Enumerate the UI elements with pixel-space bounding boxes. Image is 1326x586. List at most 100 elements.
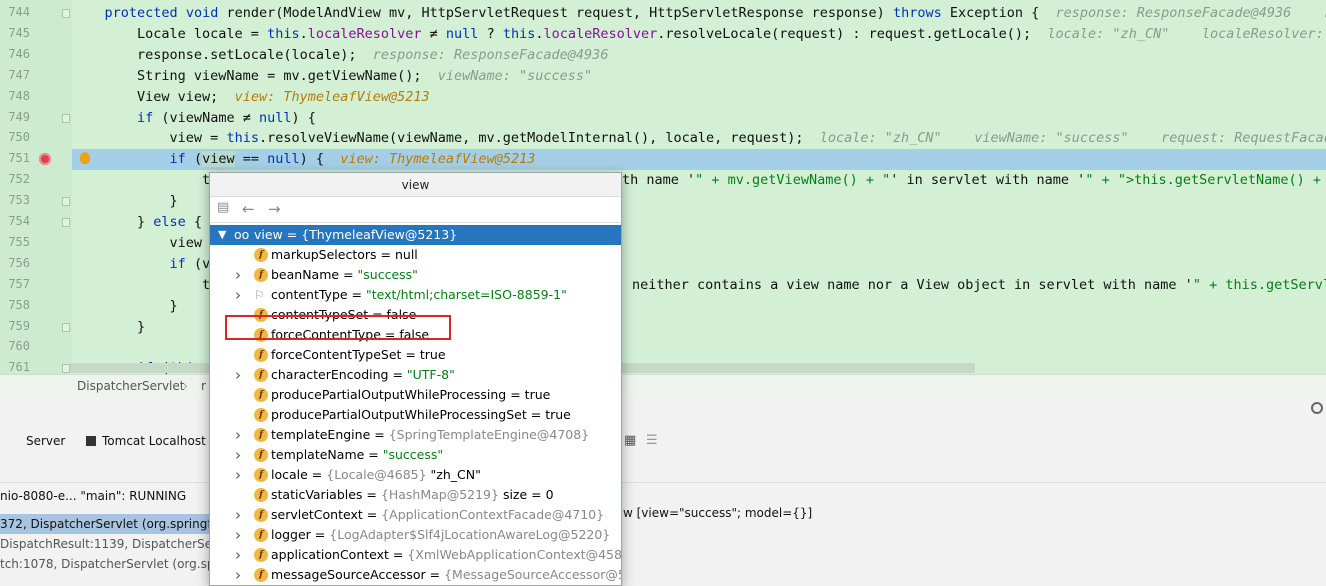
line-number: 760 <box>8 339 30 354</box>
breadcrumb-item-method[interactable]: r <box>201 379 206 393</box>
breakpoint-icon[interactable] <box>39 153 51 166</box>
field-label: contentType = "text/html;charset=ISO-885… <box>271 287 567 302</box>
table-view-icon[interactable]: ▦ <box>624 432 636 450</box>
code-line[interactable]: Locale locale = this.localeResolver ≠ nu… <box>72 24 1326 45</box>
tree-field-row[interactable]: › f applicationContext = {XmlWebApplicatio… <box>210 545 621 565</box>
gutter-line[interactable]: 755 <box>0 233 72 254</box>
tree-field-row[interactable]: › f logger = {LogAdapter$Slf4jLocationAwar… <box>210 525 621 545</box>
gutter-line[interactable]: 748 <box>0 87 72 108</box>
fold-marker-icon[interactable] <box>62 113 70 123</box>
gutter-line[interactable]: 747 <box>0 66 72 87</box>
back-arrow-icon[interactable]: ← <box>242 200 255 218</box>
gutter-line[interactable]: 749 <box>0 108 72 129</box>
code-line[interactable]: view = this.resolveViewName(viewName, mv… <box>72 128 1326 149</box>
forward-arrow-icon[interactable]: → <box>268 200 281 218</box>
editor-gutter[interactable]: 744 745 746 747 748 749 750 751 752 753 754 755 756 7… <box>0 0 72 374</box>
code-line[interactable]: protected void render(ModelAndView mv, H… <box>72 3 1326 24</box>
tree-root-row[interactable]: ▼ oo view = {ThymeleafView@5213} <box>210 225 621 245</box>
line-number: 755 <box>8 234 30 249</box>
inline-debug-hint: response: ResponseFacade@4936 re <box>1039 5 1326 21</box>
tree-field-row[interactable]: f markupSelectors = null <box>210 245 621 265</box>
gutter-line[interactable]: 757 <box>0 275 72 296</box>
tree-field-row[interactable]: › ⚐ contentType = "text/html;charset=ISO-8… <box>210 285 621 305</box>
field-label: staticVariables = {HashMap@5219} size = … <box>271 487 554 502</box>
gutter-line[interactable]: 761 <box>0 358 72 374</box>
variable-line[interactable]: w [view="success"; model={}] <box>623 506 812 520</box>
fold-marker-icon[interactable] <box>62 218 70 227</box>
tree-field-row[interactable]: f producePartialOutputWhileProcessingSet … <box>210 405 621 425</box>
field-icon: f <box>254 468 268 482</box>
tree-field-row[interactable]: f staticVariables = {HashMap@5219} size =… <box>210 485 621 505</box>
inline-debug-hint: locale: "zh_CN" localeResolver: <box>1031 25 1326 42</box>
code-line[interactable]: response.setLocale(locale); response: Re… <box>72 45 1326 66</box>
tree-field-row[interactable]: f forceContentTypeSet = true <box>210 345 621 365</box>
gutter-line[interactable]: 745 <box>0 24 72 45</box>
tab-server[interactable]: Server <box>26 432 65 450</box>
chevron-right-icon[interactable]: › <box>235 565 241 585</box>
gutter-line[interactable]: 759 <box>0 317 72 338</box>
fold-marker-icon[interactable] <box>62 364 70 374</box>
fold-marker-icon[interactable] <box>62 9 70 18</box>
gutter-line[interactable]: 751 <box>0 149 72 170</box>
tree-field-row[interactable]: › f characterEncoding = "UTF-8" <box>210 365 621 385</box>
code-line-tail: neither contains a view name nor a View … <box>632 276 1326 293</box>
tree-field-row[interactable]: › f templateName = "success" <box>210 445 621 465</box>
field-icon: f <box>254 408 268 422</box>
gutter-line[interactable]: 756 <box>0 254 72 275</box>
field-icon: f <box>254 508 268 522</box>
settings-gear-icon[interactable] <box>1311 402 1323 414</box>
chevron-right-icon[interactable]: › <box>235 365 241 385</box>
field-label: characterEncoding = "UTF-8" <box>271 367 455 382</box>
chevron-right-icon[interactable]: › <box>235 265 241 285</box>
tree-field-row[interactable]: › f servletContext = {ApplicationContextFa… <box>210 505 621 525</box>
gutter-line[interactable]: 758 <box>0 296 72 317</box>
chevron-right-icon[interactable]: › <box>235 465 241 485</box>
field-label: servletContext = {ApplicationContextFaca… <box>271 507 605 522</box>
chevron-right-icon[interactable]: › <box>235 285 241 305</box>
field-label: templateName = "success" <box>271 447 444 462</box>
frame-row[interactable]: tch:1078, DispatcherServlet (org.spr <box>0 554 215 574</box>
breadcrumb-item-class[interactable]: DispatcherServlet <box>77 379 184 393</box>
gutter-line[interactable]: 744 <box>0 3 72 24</box>
inline-debug-hint: view: ThymeleafView@5213 <box>324 151 536 168</box>
gutter-line[interactable]: 760 <box>0 337 72 358</box>
chevron-right-icon[interactable]: › <box>235 445 241 465</box>
gutter-line[interactable]: 754 <box>0 212 72 233</box>
frame-row[interactable]: DispatchResult:1139, DispatcherServ <box>0 534 215 554</box>
gutter-line[interactable]: 746 <box>0 45 72 66</box>
tree-field-row[interactable]: › f beanName = "success" <box>210 265 621 285</box>
tree-field-row[interactable]: › f messageSourceAccessor = {MessageSource… <box>210 565 621 585</box>
code-editor[interactable]: 744 745 746 747 748 749 750 751 752 753 754 755 756 7… <box>0 0 1326 374</box>
chevron-right-icon[interactable]: › <box>235 505 241 525</box>
variable-inspector-popup[interactable]: view ▤ ← → ▼ oo view = {ThymeleafView@52… <box>209 172 622 586</box>
thread-selector[interactable]: nio-8080-e... "main": RUNNING <box>0 489 186 503</box>
field-label: locale = {Locale@4685} "zh_CN" <box>271 467 481 482</box>
tree-field-row[interactable]: › f templateEngine = {SpringTemplateEngine… <box>210 425 621 445</box>
tab-tomcat-localhost-log[interactable]: Tomcat Localhost Lo <box>102 432 209 450</box>
chevron-down-icon[interactable]: ▼ <box>218 225 226 245</box>
tree-icon[interactable]: ▤ <box>217 200 229 215</box>
code-line[interactable]: View view; view: ThymeleafView@5213 <box>72 87 1326 108</box>
columns-icon[interactable]: ☰ <box>646 432 658 450</box>
fold-marker-icon[interactable] <box>62 322 70 332</box>
chevron-right-icon[interactable]: › <box>235 525 241 545</box>
gutter-line[interactable]: 750 <box>0 128 72 149</box>
fold-marker-icon[interactable] <box>62 197 70 207</box>
field-label: templateEngine = {SpringTemplateEngine@4… <box>271 427 590 442</box>
field-label: forceContentTypeSet = true <box>271 347 446 362</box>
code-line[interactable]: if (view == null) { view: ThymeleafView@… <box>72 149 1326 171</box>
frame-row-selected[interactable]: 372, DispatcherServlet (org.springfr <box>0 514 215 534</box>
tree-field-row[interactable]: f producePartialOutputWhileProcessing = t… <box>210 385 621 405</box>
tree-field-row[interactable]: › f locale = {Locale@4685} "zh_CN" <box>210 465 621 485</box>
gutter-line[interactable]: 752 <box>0 170 72 191</box>
chevron-right-icon[interactable]: › <box>235 425 241 445</box>
field-icon: f <box>254 428 268 442</box>
gutter-line[interactable]: 753 <box>0 191 72 212</box>
field-icon: f <box>254 448 268 462</box>
intention-bulb-icon[interactable] <box>80 152 90 165</box>
divider <box>0 482 1326 483</box>
field-icon: f <box>254 368 268 382</box>
code-line[interactable]: if (viewName ≠ null) { <box>72 108 1326 129</box>
chevron-right-icon[interactable]: › <box>235 545 241 565</box>
code-line[interactable]: String viewName = mv.getViewName(); view… <box>72 66 1326 87</box>
